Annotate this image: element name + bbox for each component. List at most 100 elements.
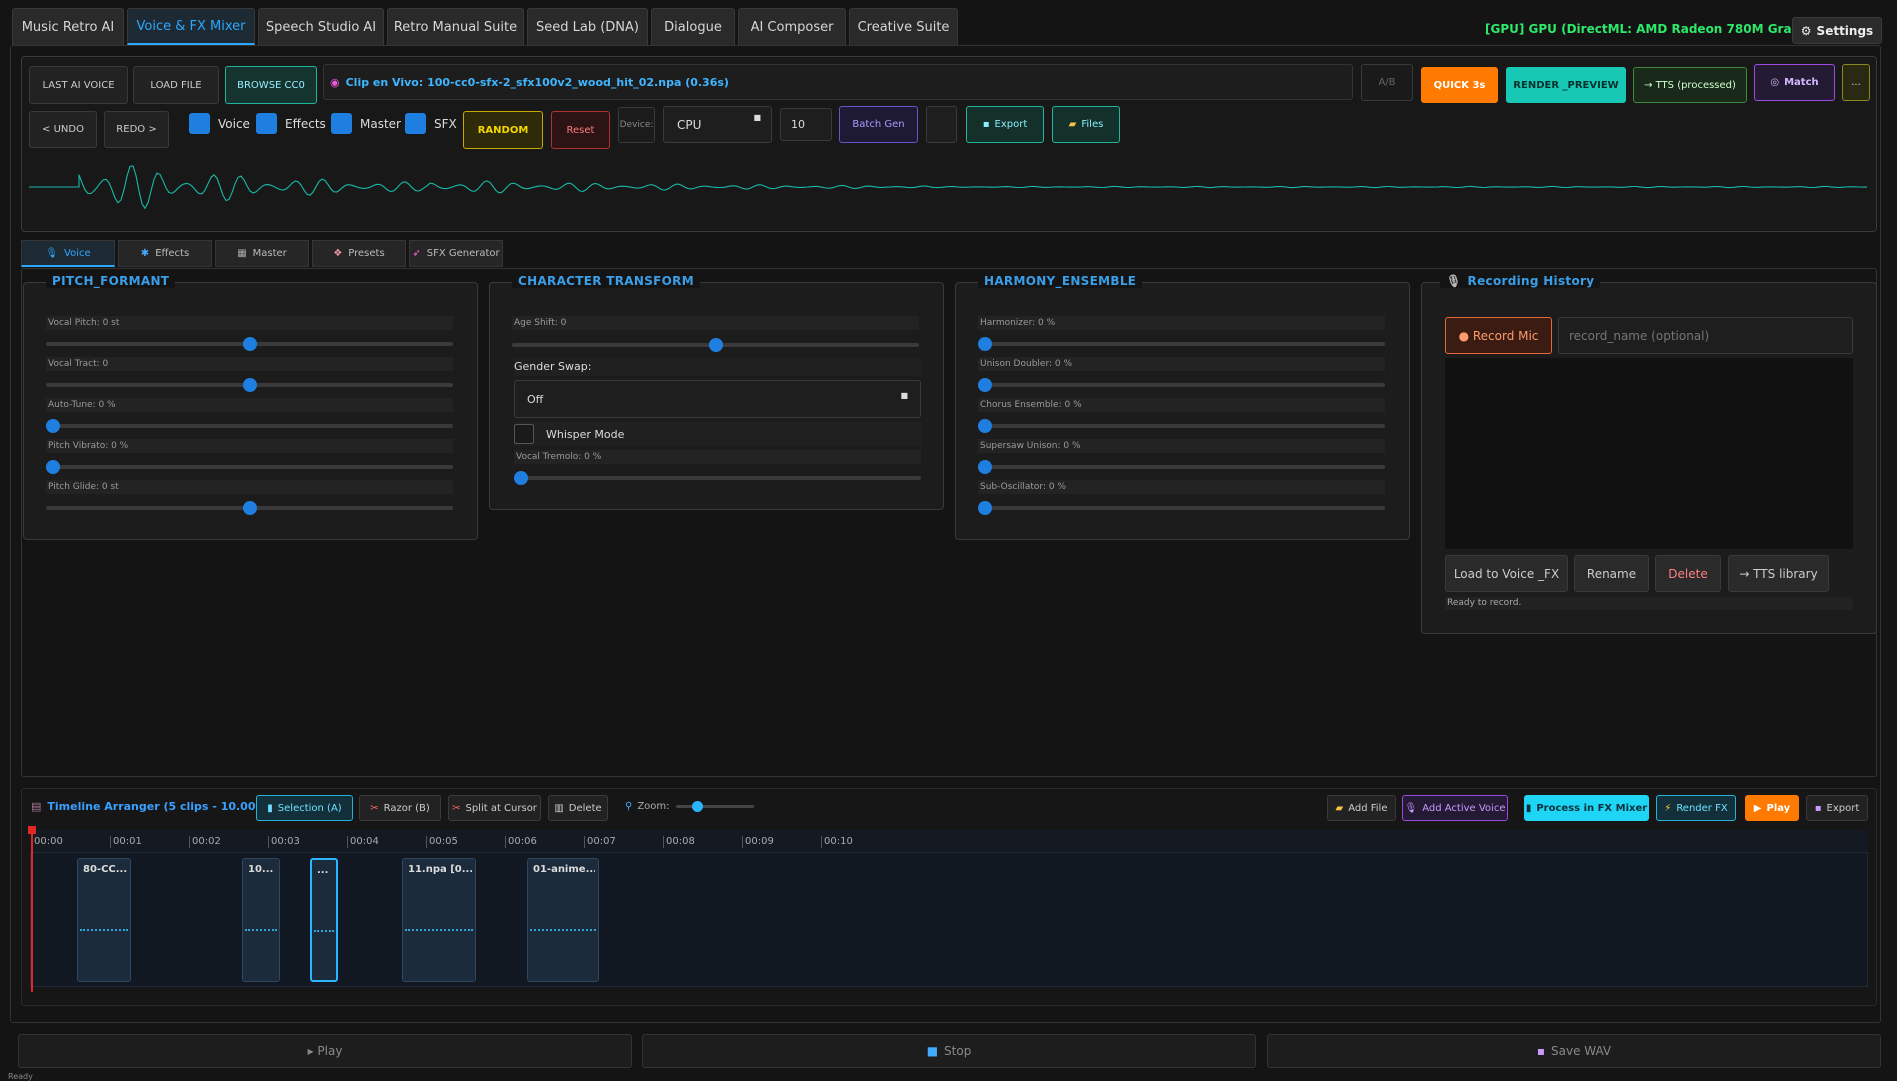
slider-track[interactable] [978, 337, 1385, 351]
settings-button[interactable]: ⚙ Settings [1792, 17, 1882, 44]
timeline-clip-selected[interactable]: ... [310, 858, 338, 982]
slider-knob[interactable] [242, 501, 257, 515]
subtab-sfx-generator[interactable]: ➶ SFX Generator [409, 240, 503, 267]
tab-dialogue[interactable]: Dialogue [651, 8, 735, 45]
slider-track[interactable] [46, 501, 453, 515]
redo-button[interactable]: REDO > [104, 111, 169, 148]
random-button[interactable]: RANDOM [463, 111, 543, 149]
effects-checkbox[interactable]: Effects [256, 113, 326, 134]
razor-tool-button[interactable]: ✂ Razor (B) [359, 795, 441, 821]
whisper-mode-checkbox[interactable]: Whisper Mode [514, 422, 921, 446]
zoom-slider[interactable] [676, 801, 754, 812]
match-button[interactable]: ◎ Match [1754, 64, 1835, 101]
slider-knob[interactable] [46, 460, 60, 474]
slider-track[interactable] [978, 501, 1385, 515]
tab-retro-manual-suite[interactable]: Retro Manual Suite [387, 8, 524, 45]
slider-knob[interactable] [708, 338, 723, 352]
more-button[interactable]: ... [1842, 64, 1870, 101]
timeline-clip[interactable]: 11.npa [0.... [402, 858, 476, 982]
reset-button[interactable]: Reset [551, 111, 610, 149]
slider-knob[interactable] [514, 471, 528, 485]
vocal-tremolo-slider[interactable] [514, 471, 921, 485]
subtab-master[interactable]: ▦ Master [215, 240, 309, 267]
transport-play-button[interactable]: ▸ Play [18, 1034, 632, 1068]
slider-knob[interactable] [242, 378, 257, 392]
split-at-cursor-button[interactable]: ✂ Split at Cursor [448, 795, 541, 821]
slider-knob[interactable] [978, 460, 992, 474]
record-mic-button[interactable]: ● Record Mic [1445, 317, 1552, 354]
sfx-checkbox[interactable]: SFX [405, 113, 457, 134]
subtab-voice[interactable]: 🎙 Voice [21, 240, 115, 267]
playhead[interactable] [31, 828, 33, 992]
slider-knob[interactable] [242, 337, 257, 351]
slider-label: Auto-Tune: 0 % [46, 398, 453, 412]
slider-label: Unison Doubler: 0 % [978, 357, 1385, 371]
render-preview-button[interactable]: RENDER _PREVIEW [1506, 67, 1626, 103]
timeline-clip[interactable]: 01-anime... [527, 858, 599, 982]
transport-stop-button[interactable]: ■ Stop [642, 1034, 1256, 1068]
process-in-fx-mixer-button[interactable]: ▮ Process in FX Mixer [1524, 795, 1649, 821]
checkbox-box [405, 113, 426, 134]
tab-music-retro-ai[interactable]: Music Retro AI [12, 8, 124, 45]
undo-button[interactable]: < UNDO [29, 111, 97, 148]
slider-track[interactable] [46, 460, 453, 474]
subtab-effects[interactable]: ✱ Effects [118, 240, 212, 267]
add-file-button[interactable]: ▰ Add File [1327, 795, 1396, 821]
selection-tool-button[interactable]: ▮ Selection (A) [256, 795, 353, 821]
files-button[interactable]: ▰ Files [1052, 106, 1120, 143]
ab-button[interactable]: A/B [1361, 64, 1413, 101]
tab-ai-composer[interactable]: AI Composer [738, 8, 846, 45]
age-shift-slider[interactable] [512, 338, 919, 352]
delete-recording-button[interactable]: Delete [1655, 555, 1721, 592]
slider-knob[interactable] [978, 337, 992, 351]
slider-track[interactable] [978, 460, 1385, 474]
slider-track[interactable] [978, 419, 1385, 433]
record-name-input[interactable] [1558, 317, 1853, 354]
tts-processed-button[interactable]: → TTS (processed) [1633, 67, 1747, 103]
tts-library-button[interactable]: → TTS library [1728, 555, 1829, 592]
quick-3s-button[interactable]: QUICK 3s [1421, 67, 1498, 103]
batch-gen-button[interactable]: Batch Gen [839, 106, 918, 143]
timeline-ruler[interactable] [30, 830, 1868, 852]
gender-swap-select[interactable]: Off ■ [514, 380, 921, 418]
recording-list[interactable] [1445, 358, 1853, 549]
timeline-track[interactable] [30, 852, 1868, 987]
rename-button[interactable]: Rename [1574, 555, 1649, 592]
blank-button[interactable] [926, 106, 957, 143]
slider-knob[interactable] [692, 801, 703, 812]
playhead-handle[interactable] [28, 826, 36, 834]
master-checkbox[interactable]: Master [331, 113, 401, 134]
timeline-play-button[interactable]: ▶ Play [1745, 795, 1799, 821]
slider-knob[interactable] [978, 419, 992, 433]
slider-knob[interactable] [978, 501, 992, 515]
device-select[interactable]: CPU ■ [663, 106, 772, 143]
time-tick: 00:09 [742, 836, 774, 848]
slider-track[interactable] [978, 378, 1385, 392]
tab-speech-studio-ai[interactable]: Speech Studio AI [258, 8, 384, 45]
load-to-voice-fx-button[interactable]: Load to Voice _FX [1445, 555, 1568, 592]
mic-icon: 🎙 [1404, 802, 1418, 814]
batch-count-spinner[interactable]: 10 [780, 108, 832, 141]
timeline-clip[interactable]: 80-CC... [77, 858, 131, 982]
tab-creative-suite[interactable]: Creative Suite [849, 8, 958, 45]
tab-voice-fx-mixer[interactable]: Voice & FX Mixer [127, 8, 255, 45]
voice-checkbox[interactable]: Voice [189, 113, 250, 134]
timeline-export-button[interactable]: ▪ Export [1806, 795, 1868, 821]
slider-knob[interactable] [978, 378, 992, 392]
save-wav-button[interactable]: ▪ Save WAV [1267, 1034, 1881, 1068]
delete-clip-button[interactable]: ▥ Delete [548, 795, 608, 821]
add-active-voice-button[interactable]: 🎙 Add Active Voice [1402, 795, 1508, 821]
last-ai-voice-button[interactable]: LAST AI VOICE [29, 66, 128, 104]
load-file-button[interactable]: LOAD FILE [133, 66, 219, 104]
render-fx-button[interactable]: ⚡ Render FX [1656, 795, 1736, 821]
slider-track[interactable] [46, 419, 453, 433]
slider-knob[interactable] [46, 419, 60, 433]
timeline-clip[interactable]: 10... [242, 858, 280, 982]
subtab-presets[interactable]: ❖ Presets [312, 240, 406, 267]
tab-seed-lab[interactable]: Seed Lab (DNA) [527, 8, 648, 45]
browse-cc0-button[interactable]: BROWSE CC0 [225, 66, 317, 104]
slider-track[interactable] [46, 337, 453, 351]
slider-track[interactable] [46, 378, 453, 392]
slider-label: Chorus Ensemble: 0 % [978, 398, 1385, 412]
export-button[interactable]: ▪ Export [966, 106, 1044, 143]
